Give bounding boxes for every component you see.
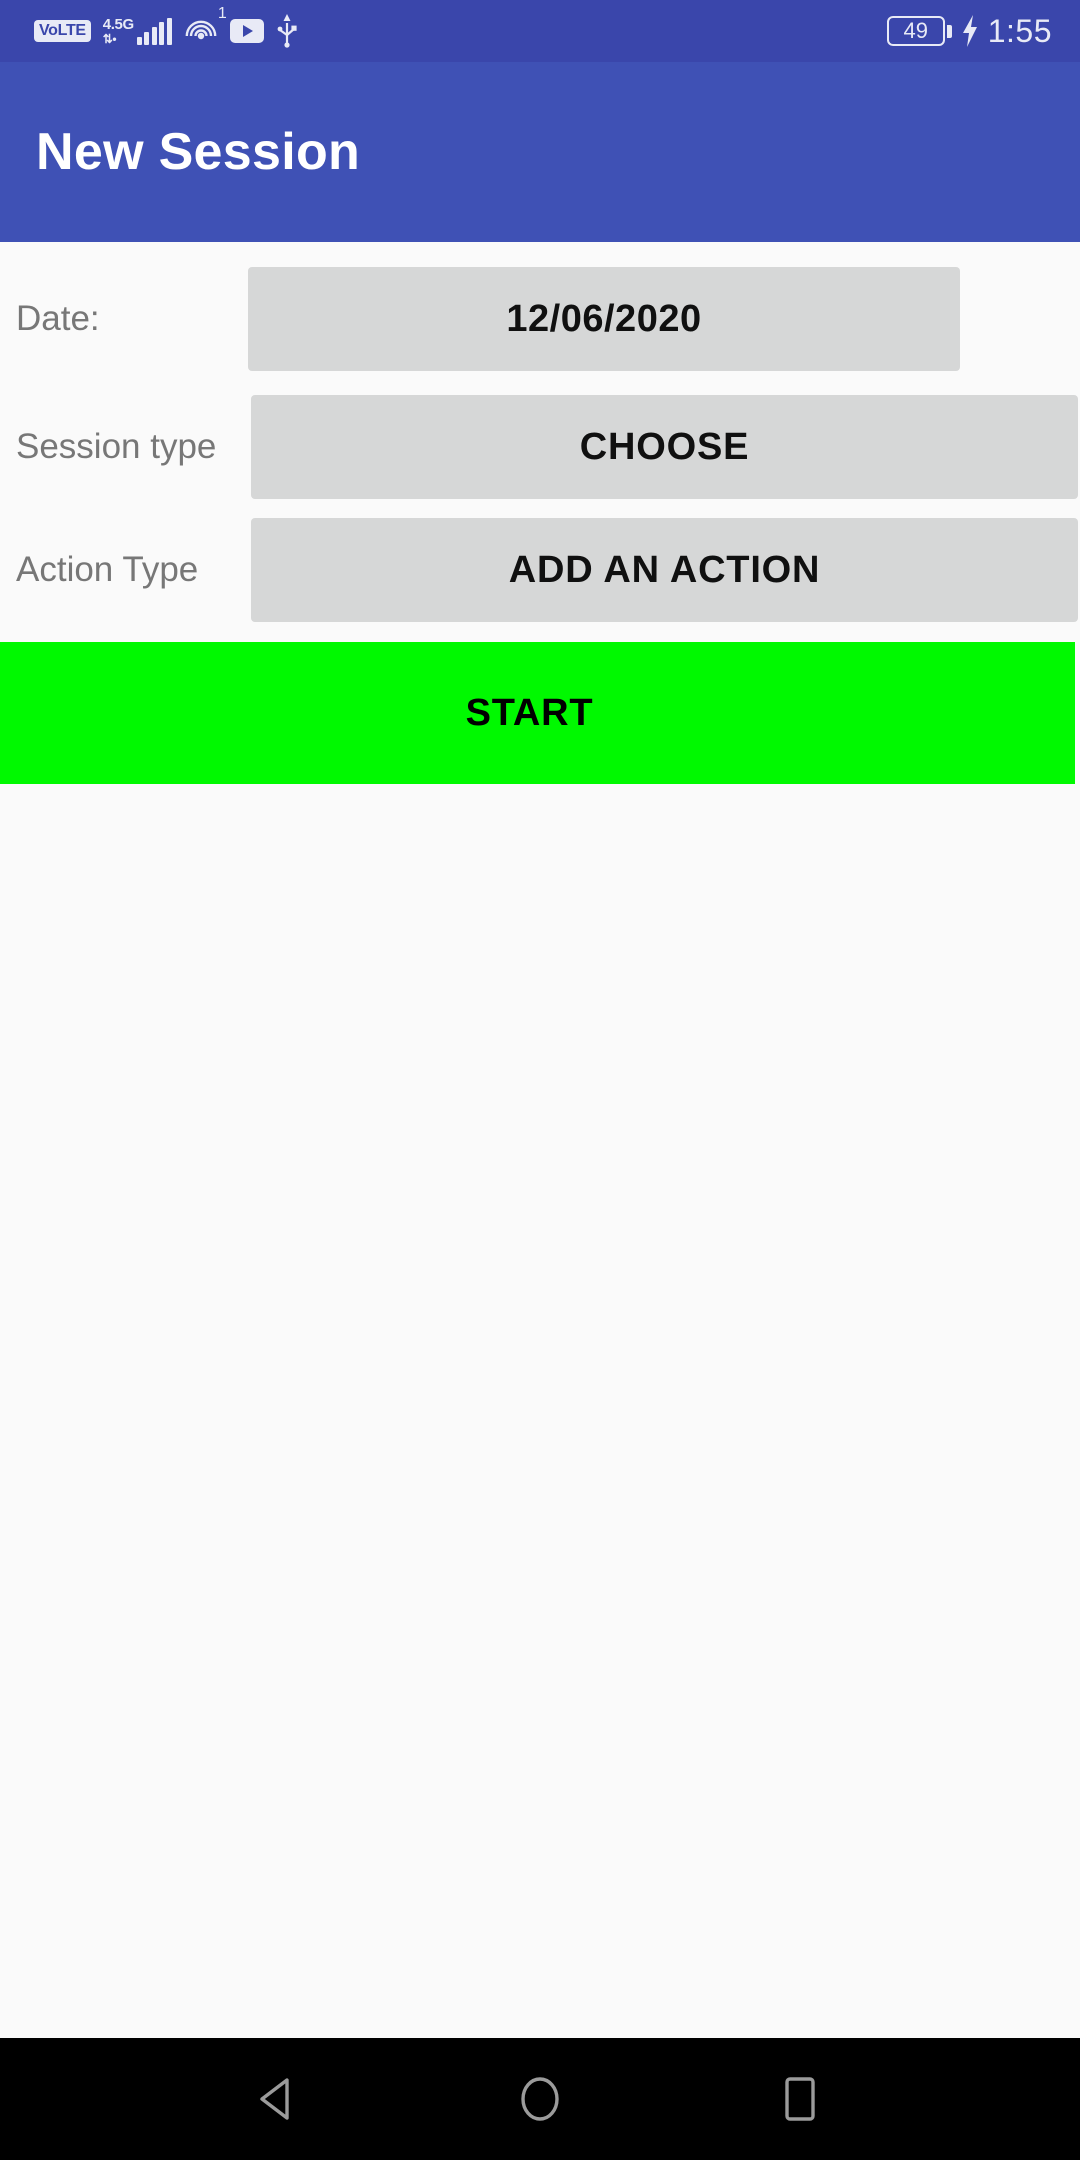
- status-bar-clock: 1:55: [987, 13, 1052, 49]
- status-bar-left-icons: VoLTE 4.5G ⇅• 1: [34, 6, 298, 48]
- recents-square-icon[interactable]: [740, 2049, 860, 2149]
- status-bar: VoLTE 4.5G ⇅• 1 49 1:55: [0, 0, 1080, 62]
- action-type-row: Action Type ADD AN ACTION: [0, 515, 1080, 625]
- youtube-icon: [229, 19, 264, 43]
- signal-bars-icon: [136, 18, 172, 45]
- home-circle-icon[interactable]: [480, 2049, 600, 2149]
- network-signal-indicator: 4.5G ⇅•: [103, 17, 172, 45]
- main-content: Date: 12/06/2020 Session type CHOOSE Act…: [0, 242, 1080, 2038]
- network-type-label: 4.5G ⇅•: [102, 16, 134, 46]
- navigation-bar: [0, 2038, 1080, 2160]
- battery-icon: 49: [886, 16, 952, 46]
- usb-icon: [276, 14, 298, 48]
- battery-percent-label: 49: [903, 18, 928, 43]
- charging-bolt-icon: [960, 15, 980, 47]
- data-transfer-arrows-icon: ⇅•: [102, 32, 117, 46]
- hotspot-icon: 1: [184, 6, 227, 46]
- session-type-row: Session type CHOOSE: [0, 392, 1080, 502]
- page-title: New Session: [36, 123, 361, 181]
- status-bar-right-icons: 49 1:55: [886, 13, 1052, 49]
- action-add-button[interactable]: ADD AN ACTION: [251, 518, 1078, 622]
- start-button-label: START: [465, 691, 594, 734]
- date-label: Date:: [16, 299, 100, 338]
- date-row: Date: 12/06/2020: [0, 259, 1080, 379]
- volte-icon: VoLTE: [34, 20, 91, 42]
- phone-screen: VoLTE 4.5G ⇅• 1 49 1:55 New Session Date…: [0, 0, 1080, 2160]
- date-button[interactable]: 12/06/2020: [248, 267, 960, 371]
- back-triangle-icon[interactable]: [220, 2049, 340, 2149]
- session-choose-button[interactable]: CHOOSE: [251, 395, 1078, 499]
- app-bar: New Session: [0, 62, 1080, 242]
- hotspot-count-badge: 1: [217, 5, 227, 22]
- action-type-label: Action Type: [16, 550, 199, 589]
- start-button[interactable]: START: [0, 642, 1075, 784]
- session-type-label: Session type: [16, 427, 217, 466]
